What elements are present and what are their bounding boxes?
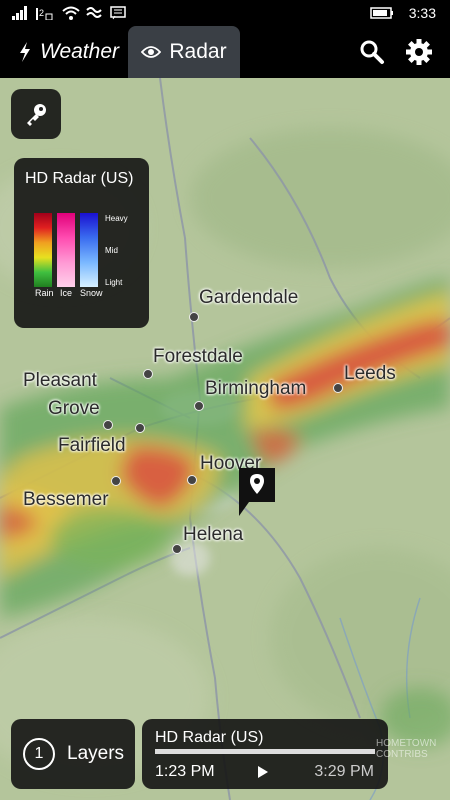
message-icon (110, 6, 126, 20)
city-label: Birmingham (205, 378, 307, 399)
tab-radar[interactable]: Radar (128, 26, 240, 78)
tab-label: Radar (169, 40, 227, 63)
nfc-icon (86, 7, 102, 18)
rain-scale (34, 213, 52, 287)
timeline-slider[interactable] (155, 749, 375, 754)
signal-2-icon: 2 (36, 8, 53, 20)
wifi-icon (62, 6, 80, 20)
battery-icon (370, 7, 393, 19)
gear-icon[interactable] (405, 38, 433, 66)
city-label: Fairfield (58, 435, 126, 456)
city-dot (187, 475, 197, 485)
city-dot (103, 420, 113, 430)
radar-player: HD Radar (US) 1:23 PM 3:29 PM (142, 719, 388, 789)
level-light: Light (105, 278, 123, 287)
city-label: Pleasant (23, 370, 97, 391)
snow-scale (80, 213, 98, 287)
eye-icon (141, 46, 162, 58)
level-mid: Mid (105, 246, 118, 255)
radar-legend: HD Radar (US) Heavy Mid Light Rain Ice S… (14, 158, 149, 328)
tab-weather[interactable]: Weather (18, 26, 130, 78)
key-button[interactable] (11, 89, 61, 139)
city-dot (111, 476, 121, 486)
legend-title: HD Radar (US) (25, 170, 134, 187)
play-icon[interactable] (256, 765, 270, 779)
watermark: HOMETOWN CONTRIBS (376, 738, 436, 760)
city-label: Leeds (344, 363, 396, 384)
player-title: HD Radar (US) (155, 729, 264, 746)
city-dot (143, 369, 153, 379)
status-bar: 2 3:33 (0, 0, 450, 26)
watermark-line: HOMETOWN (376, 738, 437, 749)
city-dot (333, 383, 343, 393)
type-ice: Ice (60, 288, 73, 298)
city-dot (135, 423, 145, 433)
start-time: 1:23 PM (155, 763, 215, 780)
key-icon (27, 104, 46, 126)
layers-count-badge: 1 (23, 738, 55, 770)
city-label: Helena (183, 524, 244, 545)
location-pin-icon[interactable] (239, 468, 275, 518)
layers-label: Layers (67, 743, 125, 764)
timeline-progress (155, 749, 375, 754)
app-bar: Weather Radar (0, 26, 450, 78)
clock: 3:33 (408, 5, 436, 21)
city-label: Bessemer (23, 489, 109, 510)
end-time: 3:29 PM (314, 763, 374, 780)
ice-scale (57, 213, 75, 287)
layers-button[interactable]: 1 Layers (11, 719, 135, 789)
lightning-icon (20, 42, 30, 62)
watermark-line: CONTRIBS (376, 749, 428, 760)
tab-label: Weather (40, 40, 119, 63)
svg-text:2: 2 (39, 8, 44, 18)
type-snow: Snow (80, 288, 103, 298)
city-label: Forestdale (153, 346, 243, 367)
city-dot (194, 401, 204, 411)
type-rain: Rain (35, 288, 54, 298)
city-label: Gardendale (199, 287, 299, 308)
search-icon[interactable] (358, 38, 386, 66)
signal-icon (12, 6, 27, 20)
city-label: Grove (48, 398, 100, 419)
city-dot (189, 312, 199, 322)
level-heavy: Heavy (105, 214, 128, 223)
city-dot (172, 544, 182, 554)
